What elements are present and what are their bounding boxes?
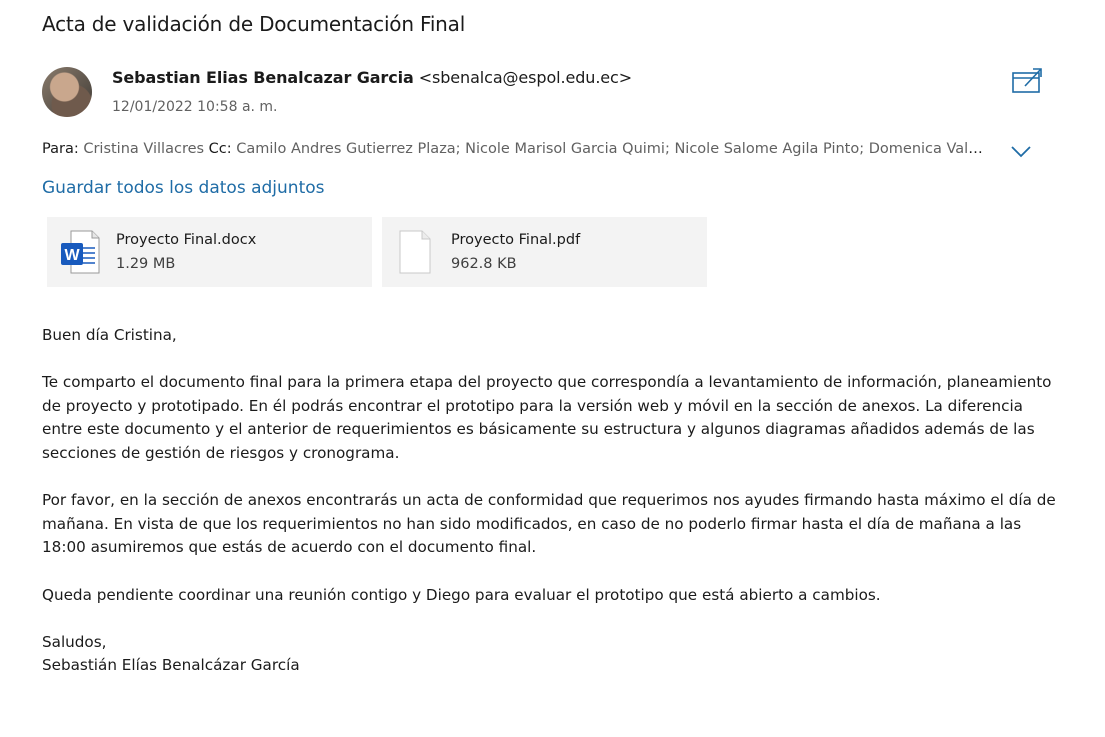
- email-subject: Acta de validación de Documentación Fina…: [42, 12, 466, 36]
- sender-email[interactable]: <sbenalca@espol.edu.ec>: [419, 68, 632, 87]
- attachment-size: 1.29 MB: [116, 256, 176, 272]
- chevron-down-icon[interactable]: [1009, 141, 1033, 161]
- body-paragraph: Queda pendiente coordinar una reunión co…: [42, 585, 881, 604]
- cc-recipients[interactable]: Camilo Andres Gutierrez Plaza; Nicole Ma…: [236, 141, 990, 157]
- open-in-new-window-icon[interactable]: [1010, 66, 1044, 96]
- sender-line: Sebastian Elias Benalcazar Garcia <sbena…: [112, 68, 632, 87]
- attachment-name: Proyecto Final.pdf: [451, 232, 581, 248]
- attachment-name: Proyecto Final.docx: [116, 232, 257, 248]
- attachment-size: 962.8 KB: [451, 256, 517, 272]
- attachment-card[interactable]: W Proyecto Final.docx 1.29 MB: [47, 217, 372, 287]
- to-recipients[interactable]: Cristina Villacres: [83, 141, 204, 157]
- save-all-attachments-link[interactable]: Guardar todos los datos adjuntos: [42, 178, 325, 198]
- word-document-icon: W: [61, 230, 100, 274]
- body-greeting: Buen día Cristina,: [42, 326, 177, 344]
- to-label: Para:: [42, 141, 79, 157]
- email-date: 12/01/2022 10:58 a. m.: [112, 99, 278, 115]
- recipients-line: Para: Cristina Villacres Cc: Camilo Andr…: [42, 141, 990, 157]
- email-body: Buen día Cristina, Te comparto el docume…: [42, 324, 1062, 702]
- body-closing: Saludos,: [42, 632, 107, 651]
- body-paragraph: Por favor, en la sección de anexos encon…: [42, 491, 1056, 557]
- svg-text:W: W: [64, 247, 80, 264]
- sender-name[interactable]: Sebastian Elias Benalcazar Garcia: [112, 68, 414, 87]
- attachment-card[interactable]: Proyecto Final.pdf 962.8 KB: [382, 217, 707, 287]
- sender-avatar[interactable]: [42, 67, 92, 117]
- body-paragraph: Te comparto el documento final para la p…: [42, 373, 1052, 462]
- signature-block: Saludos, Sebastián Elías Benalcázar Garc…: [42, 631, 1062, 678]
- cc-label: Cc:: [208, 141, 232, 157]
- signature-name: Sebastián Elías Benalcázar García: [42, 656, 300, 675]
- pdf-document-icon: [399, 230, 431, 274]
